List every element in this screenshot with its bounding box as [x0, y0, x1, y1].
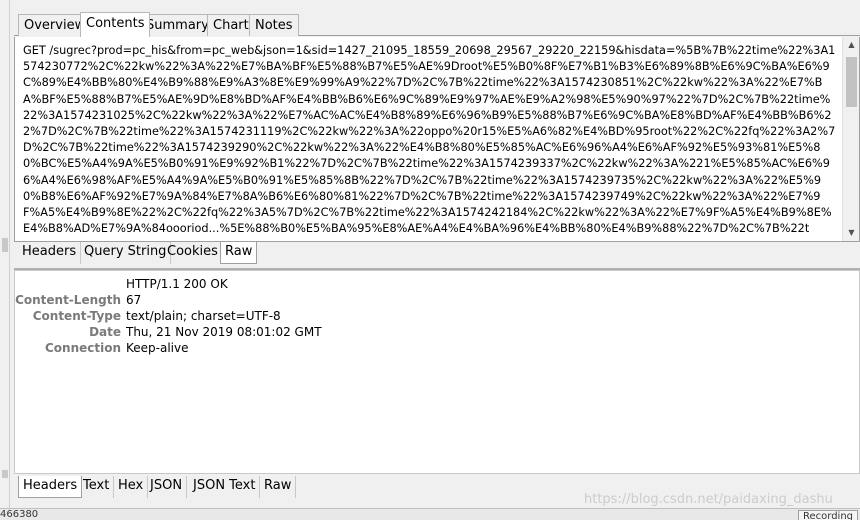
watermark: https://blog.csdn.net/paidaxing_dashu [584, 492, 833, 507]
response-headers-pane: HTTP/1.1 200 OK Content-Length 67 Conten… [14, 270, 860, 474]
request-tab-cookies[interactable]: Cookies [163, 242, 223, 264]
response-tab-raw[interactable]: Raw [260, 476, 297, 498]
response-tab-headers[interactable]: Headers [18, 476, 83, 498]
header-value: 67 [126, 293, 142, 307]
request-vertical-scrollbar[interactable]: ▲ ▼ [842, 37, 859, 241]
header-key: Date [89, 325, 121, 339]
header-value: text/plain; charset=UTF-8 [126, 309, 281, 323]
header-key: Content-Length [15, 293, 121, 307]
status-line: HTTP/1.1 200 OK [126, 277, 228, 291]
request-subtab-bar: Headers Query String Cookies Raw [14, 242, 860, 266]
status-bar: 466380 Recording [0, 508, 860, 520]
response-tab-json[interactable]: JSON [146, 476, 188, 498]
response-tab-json-text[interactable]: JSON Text [189, 476, 261, 498]
header-value: Thu, 21 Nov 2019 08:01:02 GMT [126, 325, 322, 339]
response-tab-hex[interactable]: Hex [114, 476, 149, 498]
request-raw-text: GET /sugrec?prod=pc_his&from=pc_web&json… [23, 44, 836, 236]
tab-notes[interactable]: Notes [249, 14, 299, 36]
tab-chart[interactable]: Chart [207, 14, 255, 36]
tab-contents[interactable]: Contents [80, 12, 151, 37]
request-tab-raw[interactable]: Raw [220, 242, 258, 264]
left-panel-scrollbar[interactable] [0, 0, 10, 520]
left-scroll-mark [2, 238, 8, 252]
scroll-down-icon[interactable]: ▼ [843, 225, 859, 241]
recording-button[interactable]: Recording [797, 510, 858, 520]
status-left-text: 466380 [0, 509, 39, 520]
request-raw-textarea[interactable]: GET /sugrec?prod=pc_his&from=pc_web&json… [14, 37, 860, 242]
header-key: Content-Type [32, 309, 121, 323]
scroll-up-icon[interactable]: ▲ [843, 37, 859, 53]
request-tab-headers[interactable]: Headers [18, 242, 82, 264]
request-tab-query-string[interactable]: Query String [80, 242, 172, 264]
top-tab-bar: Overview Contents Summary Chart Notes [14, 0, 860, 37]
tab-summary[interactable]: Summary [140, 14, 215, 36]
header-key: Connection [44, 341, 121, 355]
response-tab-text[interactable]: Text [79, 476, 115, 498]
scroll-thumb[interactable] [846, 57, 857, 107]
left-scroll-mark [2, 470, 8, 478]
header-value: Keep-alive [126, 341, 189, 355]
